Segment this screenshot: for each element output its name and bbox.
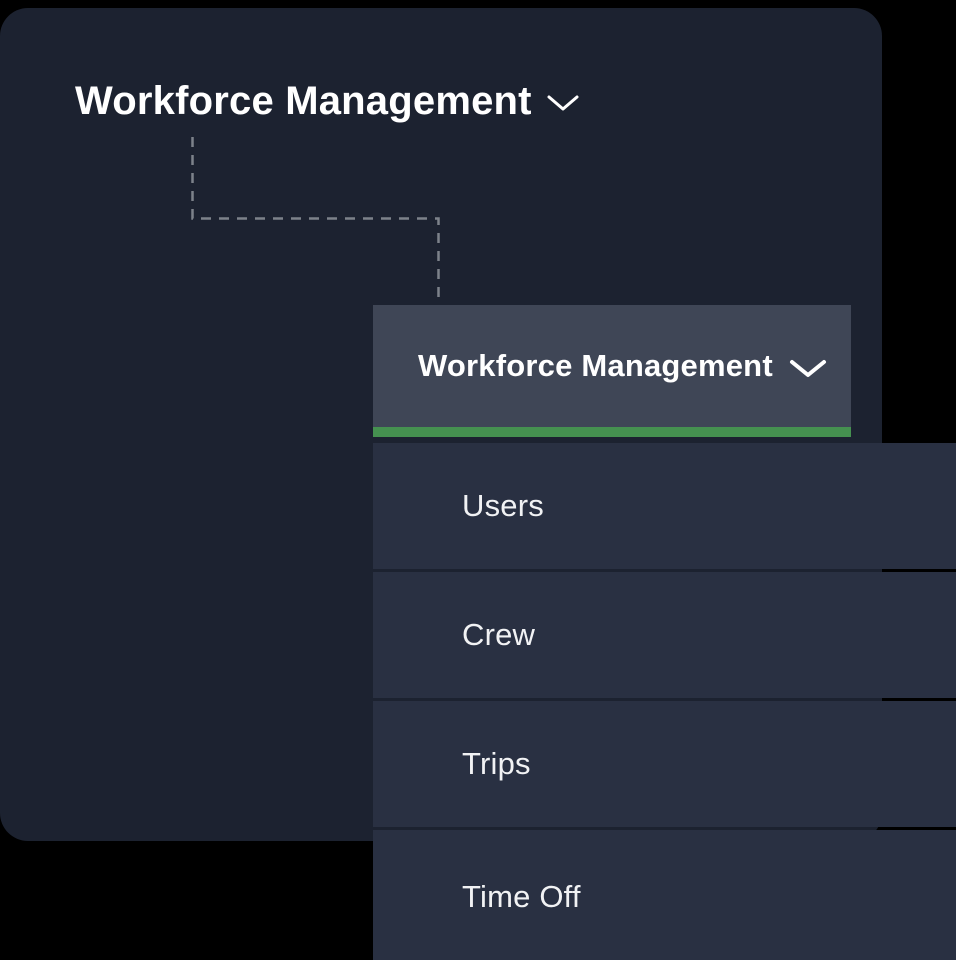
page: Workforce Management Workforce Managemen… xyxy=(0,0,956,960)
menu-item-label: Time Off xyxy=(462,879,581,915)
dropdown-header[interactable]: Workforce Management xyxy=(373,305,851,427)
menu-item-trips[interactable]: Trips xyxy=(373,701,956,827)
menu-item-label: Crew xyxy=(462,617,535,653)
menu-item-label: Users xyxy=(462,488,544,524)
menu-item-time-off[interactable]: Time Off xyxy=(373,830,956,960)
chevron-down-icon xyxy=(546,94,580,112)
dropdown-accent-bar xyxy=(373,427,851,437)
menu-item-users[interactable]: Users xyxy=(373,443,956,569)
dropdown-header-label: Workforce Management xyxy=(418,348,773,384)
page-title: Workforce Management xyxy=(75,79,532,124)
menu-item-label: Trips xyxy=(462,746,531,782)
dropdown-menu: Users Crew Trips Time Off xyxy=(373,443,956,960)
workforce-management-trigger[interactable]: Workforce Management xyxy=(75,80,580,122)
menu-item-crew[interactable]: Crew xyxy=(373,572,956,698)
chevron-down-icon xyxy=(789,359,827,379)
